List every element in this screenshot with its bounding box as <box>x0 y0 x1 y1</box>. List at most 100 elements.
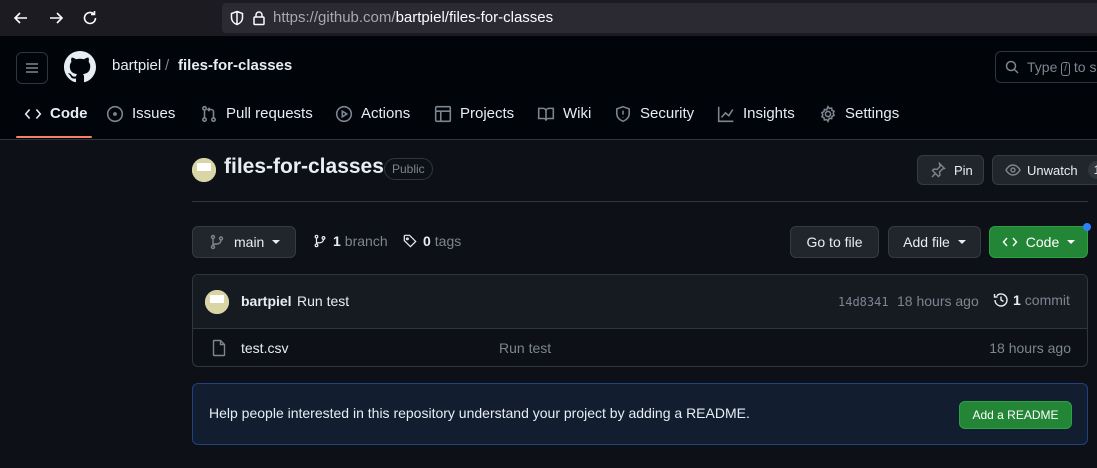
history-icon <box>993 293 1008 307</box>
menu-button[interactable] <box>16 52 48 84</box>
tab-label: Insights <box>743 105 795 122</box>
commit-sha[interactable]: 14d8341 <box>838 295 889 309</box>
breadcrumb-owner[interactable]: bartpiel <box>112 57 161 74</box>
tab-label: Pull requests <box>226 105 313 122</box>
tab-label: Projects <box>460 105 515 122</box>
tag-count-label: tags <box>434 233 462 249</box>
tag-icon <box>403 234 417 248</box>
browser-toolbar: https://github.com/bartpiel/files-for-cl… <box>0 0 1097 36</box>
branch-icon <box>314 234 326 248</box>
tab-label: Settings <box>845 105 900 122</box>
chevron-down-icon <box>1067 240 1076 244</box>
arrow-left-icon <box>13 12 27 24</box>
pin-icon <box>931 162 946 178</box>
eye-icon <box>1005 164 1021 176</box>
arrow-right-icon <box>50 12 64 24</box>
reload-button[interactable] <box>78 6 102 30</box>
tab-issues[interactable]: Issues <box>106 98 175 140</box>
readme-prompt-text: Help people interested in this repositor… <box>209 405 750 421</box>
pin-label: Pin <box>954 162 973 178</box>
tab-label: Issues <box>132 105 176 122</box>
address-bar[interactable]: https://github.com/bartpiel/files-for-cl… <box>222 3 1097 33</box>
lock-icon[interactable] <box>251 10 267 29</box>
tab-projects[interactable]: Projects <box>434 98 514 140</box>
unwatch-button[interactable]: Unwatch 1 <box>992 155 1097 185</box>
breadcrumb-separator: / <box>165 57 170 74</box>
back-button[interactable] <box>9 6 33 30</box>
pull-request-icon <box>200 105 218 123</box>
code-button[interactable]: Code <box>989 226 1088 258</box>
file-time: 18 hours ago <box>989 340 1071 356</box>
branches-link[interactable]: 1 branch <box>313 233 388 249</box>
file-name[interactable]: test.csv <box>241 340 288 356</box>
tab-settings[interactable]: Settings <box>819 98 899 140</box>
graph-icon <box>717 105 735 123</box>
search-placeholder: Type / to s <box>1027 59 1097 76</box>
add-file-button[interactable]: Add file <box>888 226 981 258</box>
repo-owner-avatar[interactable] <box>192 158 216 182</box>
tab-wiki[interactable]: Wiki <box>537 98 591 140</box>
readme-prompt: Help people interested in this repositor… <box>192 383 1088 445</box>
code-icon <box>1002 237 1018 247</box>
repo-title[interactable]: files-for-classes <box>224 155 384 179</box>
tab-actions[interactable]: Actions <box>335 98 410 140</box>
tab-insights[interactable]: Insights <box>717 98 795 140</box>
add-file-label: Add file <box>903 234 950 250</box>
tab-label: Actions <box>361 105 411 122</box>
title-divider <box>192 201 1088 202</box>
github-logo-icon[interactable] <box>64 51 96 83</box>
forward-button[interactable] <box>44 6 68 30</box>
url-host: https://github.com/ <box>273 9 396 26</box>
go-to-file-button[interactable]: Go to file <box>790 226 879 258</box>
url-text[interactable]: https://github.com/bartpiel/files-for-cl… <box>273 9 553 26</box>
reload-icon <box>83 11 97 25</box>
file-list: bartpiel Run test 14d8341 18 hours ago 1… <box>192 274 1088 367</box>
commit-history-link[interactable]: 1 commit <box>993 292 1070 308</box>
tab-label: Security <box>640 105 695 122</box>
tab-code[interactable]: Code <box>24 98 88 140</box>
search-shortcut-key: / <box>1061 62 1071 76</box>
branch-name: main <box>234 234 265 250</box>
table-icon <box>434 105 452 123</box>
add-readme-button[interactable]: Add a README <box>959 401 1072 429</box>
commit-count-label: commit <box>1024 292 1070 308</box>
search-prefix: Type <box>1027 59 1058 75</box>
latest-commit-row: bartpiel Run test 14d8341 18 hours ago 1… <box>193 275 1087 329</box>
commit-message[interactable]: Run test <box>297 293 349 309</box>
breadcrumb-repo[interactable]: files-for-classes <box>178 57 292 74</box>
branch-count-label: branch <box>344 233 388 249</box>
commit-author[interactable]: bartpiel <box>241 293 292 309</box>
table-row: test.csv Run test 18 hours ago <box>193 329 1087 366</box>
gear-icon <box>819 105 837 123</box>
watch-count-badge: 1 <box>1087 161 1097 179</box>
file-commit-message[interactable]: Run test <box>499 340 551 356</box>
github-header: bartpiel / files-for-classes Type / to s… <box>0 36 1097 140</box>
play-icon <box>335 105 353 123</box>
search-input[interactable]: Type / to s <box>995 51 1097 83</box>
book-icon <box>537 105 555 123</box>
branch-icon <box>210 234 224 250</box>
active-tab-indicator <box>16 136 92 138</box>
notification-dot <box>1083 223 1091 231</box>
tab-security[interactable]: Security <box>614 98 694 140</box>
pin-button[interactable]: Pin <box>917 155 984 185</box>
tags-link[interactable]: 0 tags <box>403 233 461 249</box>
shield-icon[interactable] <box>229 10 245 29</box>
search-suffix: to s <box>1073 59 1097 75</box>
unwatch-label: Unwatch <box>1027 162 1078 178</box>
code-icon <box>24 105 42 123</box>
hamburger-icon <box>26 63 38 73</box>
issue-icon <box>106 105 124 123</box>
code-label: Code <box>1025 234 1060 250</box>
url-path: bartpiel/files-for-classes <box>395 9 554 26</box>
branch-select-button[interactable]: main <box>192 226 296 258</box>
chevron-down-icon <box>272 240 281 244</box>
search-icon <box>1004 59 1020 78</box>
tab-pull-requests[interactable]: Pull requests <box>200 98 313 140</box>
commit-count-number: 1 <box>1013 292 1021 308</box>
chevron-down-icon <box>957 240 966 244</box>
commit-time: 18 hours ago <box>897 293 979 309</box>
author-avatar[interactable] <box>205 290 229 314</box>
visibility-badge: Public <box>384 158 433 180</box>
tag-count: 0 <box>423 233 431 249</box>
